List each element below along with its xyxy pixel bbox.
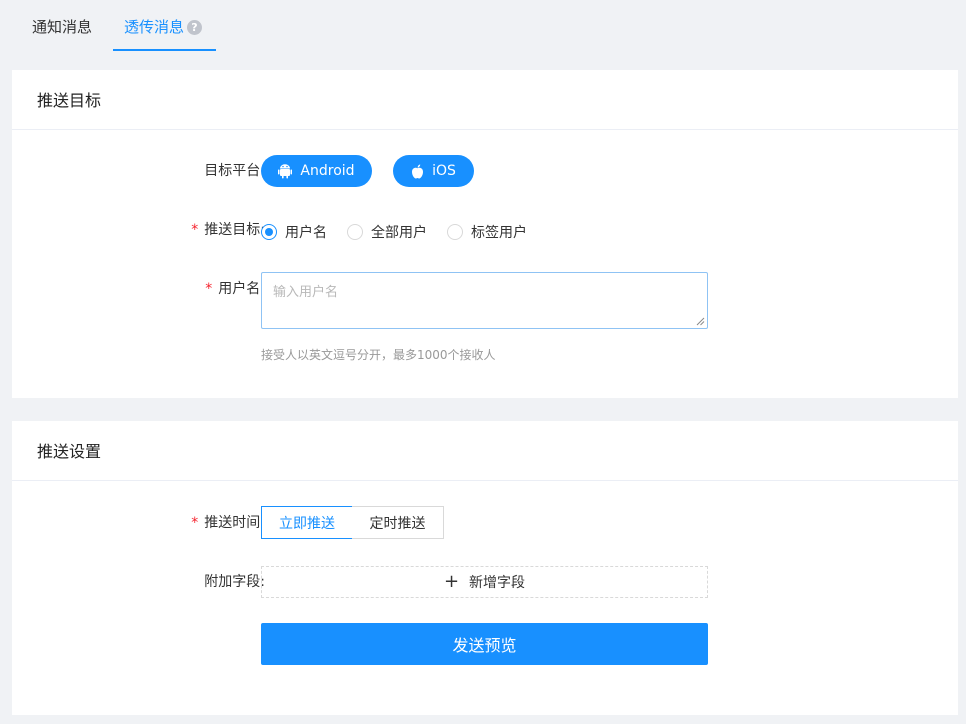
add-field-label: 新增字段 xyxy=(469,575,526,591)
push-settings-title: 推送设置 xyxy=(12,421,958,481)
push-time-label: * 推送时间: xyxy=(191,513,265,533)
active-tab-indicator xyxy=(113,49,216,51)
required-mark: * xyxy=(205,281,213,297)
push-target-label: * 推送目标: xyxy=(191,220,265,240)
help-icon[interactable]: ? xyxy=(187,20,202,35)
radio-username[interactable]: 用户名 xyxy=(261,222,327,242)
tab-notify-message[interactable]: 通知消息 xyxy=(32,17,92,37)
plus-icon: + xyxy=(443,571,460,592)
android-icon xyxy=(278,164,293,179)
radio-tag-users-label: 标签用户 xyxy=(471,225,527,241)
radio-all-users[interactable]: 全部用户 xyxy=(347,222,427,242)
radio-dot xyxy=(261,224,277,240)
push-settings-card: 推送设置 * 推送时间: 立即推送 定时推送 附加字段: + 新增字段 发送预览 xyxy=(12,421,958,715)
apple-icon xyxy=(412,164,424,178)
platform-label: 目标平台: xyxy=(204,163,265,179)
ios-button[interactable]: iOS xyxy=(393,155,474,187)
android-label: Android xyxy=(300,163,355,179)
radio-dot xyxy=(347,224,363,240)
send-preview-button[interactable]: 发送预览 xyxy=(261,623,708,665)
radio-all-users-label: 全部用户 xyxy=(371,225,427,241)
tab-bar: 通知消息 透传消息 ? xyxy=(0,0,966,52)
required-mark: * xyxy=(191,222,199,238)
tab-passthrough-message[interactable]: 透传消息 xyxy=(124,17,184,37)
push-target-title: 推送目标 xyxy=(12,70,958,130)
push-time-label-text: 推送时间: xyxy=(204,515,265,531)
required-mark: * xyxy=(191,515,199,531)
username-label-text: 用户名: xyxy=(218,281,265,297)
username-input[interactable] xyxy=(261,272,708,329)
resize-handle-icon[interactable] xyxy=(696,317,705,326)
push-timed-button[interactable]: 定时推送 xyxy=(352,506,444,539)
radio-dot xyxy=(447,224,463,240)
radio-tag-users[interactable]: 标签用户 xyxy=(447,222,527,242)
push-target-card: 推送目标 目标平台: Android iOS * 推送目标: 用户名 全部用户 … xyxy=(12,70,958,398)
push-now-button[interactable]: 立即推送 xyxy=(261,506,353,539)
username-hint: 接受人以英文逗号分开，最多1000个接收人 xyxy=(261,348,496,362)
radio-username-label: 用户名 xyxy=(285,225,327,241)
username-label: * 用户名: xyxy=(205,279,265,299)
add-field-button[interactable]: + 新增字段 xyxy=(261,566,708,598)
extra-fields-label: 附加字段: xyxy=(204,574,265,590)
android-button[interactable]: Android xyxy=(261,155,372,187)
push-target-label-text: 推送目标: xyxy=(204,222,265,238)
ios-label: iOS xyxy=(432,163,456,179)
